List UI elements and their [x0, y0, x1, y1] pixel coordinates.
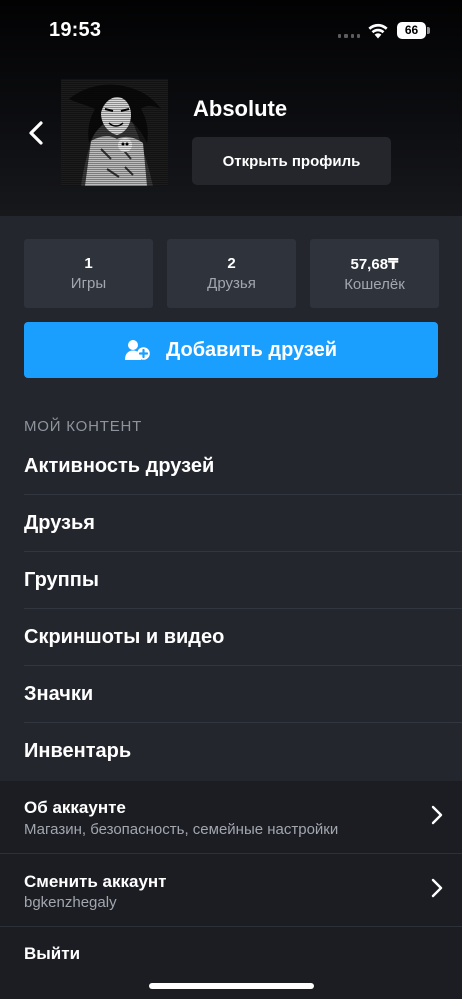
switch-account-title: Сменить аккаунт [24, 872, 167, 891]
menu-item-friends-activity[interactable]: Активность друзей [0, 438, 462, 495]
stat-wallet[interactable]: 57,68₸ Кошелёк [310, 239, 439, 308]
account-info-row[interactable]: Об аккаунте Магазин, безопасность, семей… [0, 781, 462, 853]
avatar[interactable] [61, 79, 168, 186]
account-info-subtitle: Магазин, безопасность, семейные настройк… [24, 821, 339, 838]
open-profile-button[interactable]: Открыть профиль [192, 137, 391, 185]
stat-friends[interactable]: 2 Друзья [167, 239, 296, 308]
status-time: 19:53 [49, 19, 102, 41]
stat-friends-value: 2 [227, 255, 236, 272]
stat-games-value: 1 [84, 255, 93, 272]
battery-level: 66 [397, 22, 426, 39]
wifi-icon [368, 23, 388, 39]
stat-games[interactable]: 1 Игры [24, 239, 153, 308]
logout-row[interactable]: Выйти [0, 927, 462, 987]
stats-panel: 1 Игры 2 Друзья 57,68₸ Кошелёк Добавить … [0, 216, 462, 402]
status-bar: 19:53 66 [0, 0, 462, 60]
add-user-icon [124, 340, 150, 360]
add-friends-button[interactable]: Добавить друзей [24, 322, 438, 378]
menu-item-groups[interactable]: Группы [0, 552, 462, 609]
account-info-title: Об аккаунте [24, 798, 126, 817]
account-settings-section: Об аккаунте Магазин, безопасность, семей… [0, 781, 462, 999]
chevron-right-icon [431, 805, 443, 825]
menu-item-badges[interactable]: Значки [0, 666, 462, 723]
section-header: МОЙ КОНТЕНТ [24, 418, 143, 435]
avatar-image [61, 79, 168, 186]
stat-wallet-label: Кошелёк [344, 276, 405, 293]
profile-username: Absolute [193, 96, 288, 121]
menu-item-friends[interactable]: Друзья [0, 495, 462, 552]
my-content-section: МОЙ КОНТЕНТ Активность друзей Друзья Гру… [0, 402, 462, 782]
menu-item-screenshots[interactable]: Скриншоты и видео [0, 609, 462, 666]
profile-header: 19:53 66 Absolute Открыть профиль [0, 0, 462, 216]
battery-icon: 66 [397, 22, 431, 39]
cellular-signal-icon [338, 32, 360, 38]
back-chevron-icon[interactable] [22, 116, 50, 150]
switch-account-row[interactable]: Сменить аккаунт bgkenzhegaly [0, 854, 462, 926]
stat-games-label: Игры [70, 275, 107, 292]
menu-item-inventory[interactable]: Инвентарь [0, 723, 462, 780]
stat-wallet-value: 57,68₸ [350, 256, 399, 273]
switch-account-username: bgkenzhegaly [24, 894, 117, 911]
chevron-right-icon [431, 878, 443, 898]
home-indicator[interactable] [149, 983, 314, 989]
add-friends-label: Добавить друзей [165, 338, 338, 361]
stat-friends-label: Друзья [207, 275, 256, 292]
logout-label: Выйти [24, 944, 81, 963]
